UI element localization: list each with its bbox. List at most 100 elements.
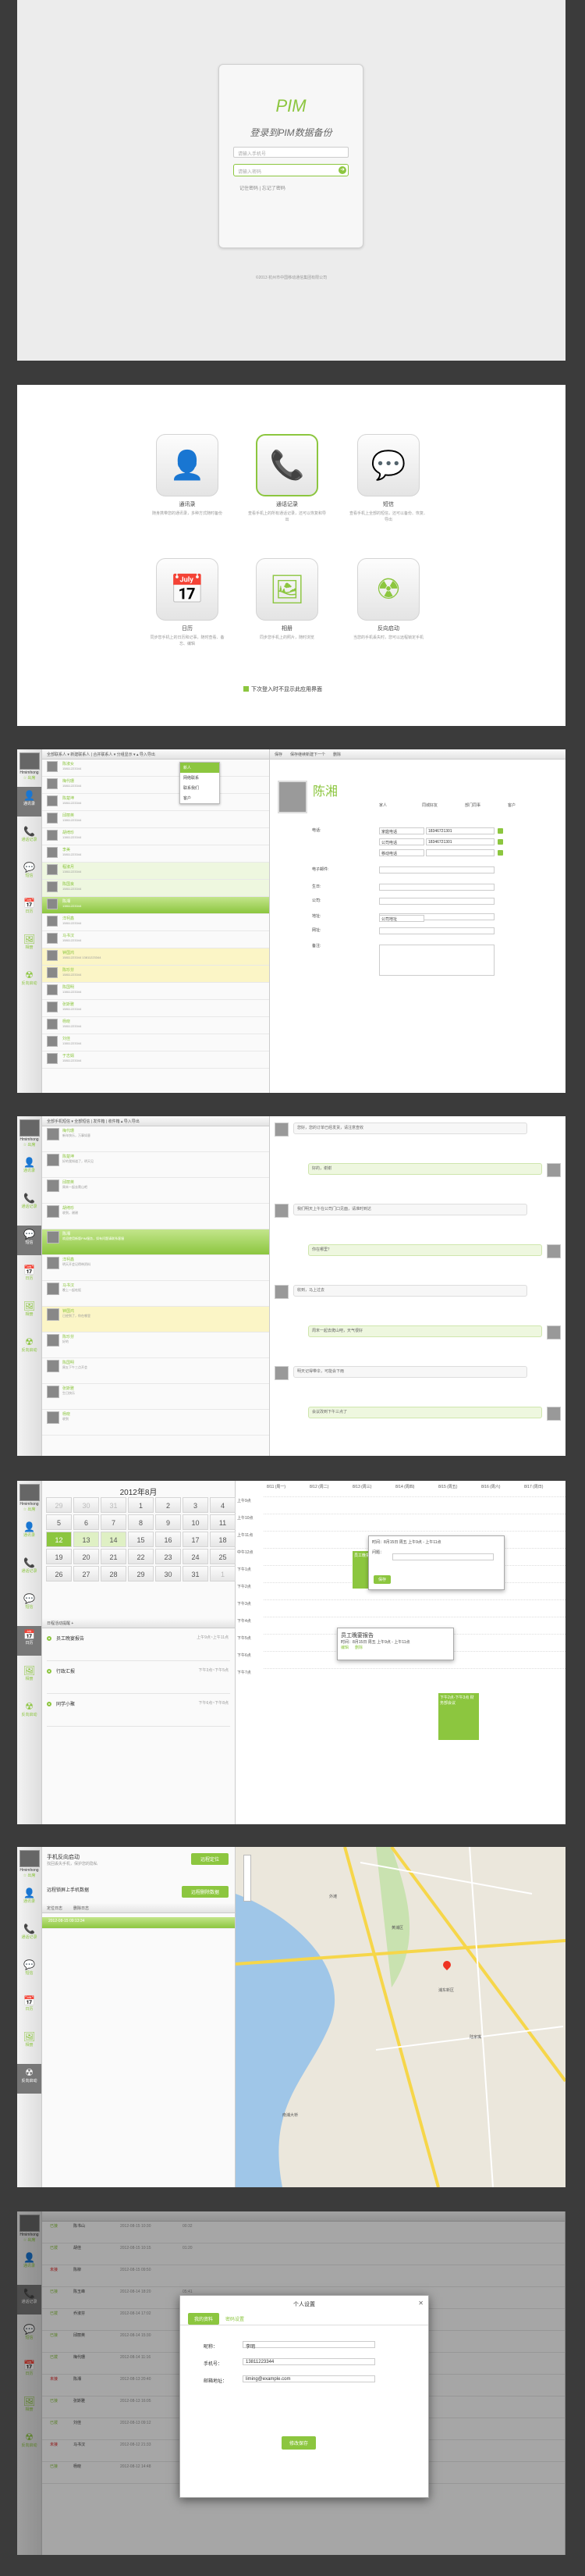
sms-row[interactable]: 梅代珊 新年快乐，万事如意 (42, 1126, 269, 1152)
login-arrow-icon[interactable]: ➜ (339, 166, 346, 174)
log-row[interactable]: 2012-08-15 09:13:34 (42, 1917, 235, 1929)
nav-item[interactable]: 🖼 相册 (17, 1662, 41, 1692)
sms-row[interactable]: 陈国明 周五下午三点开会 (42, 1358, 269, 1384)
contact-row[interactable]: 陈湘 13811223344 (42, 897, 269, 914)
popup-save-button[interactable]: 保存 (374, 1575, 392, 1584)
day-cell[interactable]: 1 (128, 1497, 154, 1513)
nav-item[interactable]: 📞 通话记录 (17, 1190, 41, 1219)
app-icon[interactable]: ☢ (357, 558, 420, 621)
day-cell[interactable]: 20 (73, 1549, 99, 1564)
day-cell[interactable]: 11 (210, 1514, 236, 1530)
nav-item[interactable]: 📞 通话记录 (17, 823, 41, 852)
app-icon[interactable]: 👤 (156, 434, 218, 496)
contact-row[interactable]: 张斯雅 15811223344 (42, 1000, 269, 1017)
phone-number-input[interactable]: 18346721301 (426, 827, 495, 834)
day-cell[interactable]: 31 (101, 1497, 126, 1513)
app-tile[interactable]: 🖼 相册 同步您手机上的照片，随时浏览 (256, 558, 318, 641)
day-cell[interactable]: 9 (155, 1514, 181, 1530)
day-cell[interactable]: 3 (183, 1497, 208, 1513)
nav-item[interactable]: ☢ 反向启动 (17, 1333, 41, 1363)
contact-row[interactable]: 于志娟 15811223344 (42, 1051, 269, 1069)
day-cell[interactable]: 23 (155, 1549, 181, 1564)
sms-row[interactable]: 陈珍芬 好的 (42, 1332, 269, 1358)
day-cell[interactable]: 5 (46, 1514, 72, 1530)
modal-tab[interactable]: 密码设置 (219, 2313, 250, 2325)
group-chip[interactable]: 家人 (379, 802, 387, 808)
sms-row[interactable]: 钟国鸿 已经到了，你在哪里 (42, 1307, 269, 1332)
contact-row[interactable]: 洋柯鑫 15811223344 (42, 914, 269, 931)
contact-row[interactable]: 陈国良 15811223344 (42, 880, 269, 897)
app-icon[interactable]: 📅 (156, 558, 218, 621)
nav-item[interactable]: ☢ 反向启动 (17, 1698, 41, 1727)
phone-number-input[interactable]: 18346721301 (426, 838, 495, 845)
contact-row[interactable]: 邱丽英 13811223344 (42, 811, 269, 828)
contact-row[interactable]: 李美 15811223344 (42, 845, 269, 863)
day-cell[interactable]: 16 (155, 1532, 181, 1547)
contacts-toolbar[interactable]: 全部联系人 ▾ 新建联系人 | 合并联系人 ▾ 分组显示 ▾ ▴ 导入导出 (42, 749, 269, 760)
sms-row[interactable]: 洋柯鑫 明天开会记得带资料 (42, 1255, 269, 1281)
day-cell[interactable]: 24 (183, 1549, 208, 1564)
nav-item[interactable]: 👤 通讯录 (17, 1154, 41, 1183)
contact-row[interactable]: 陈淑女 15811223344 (42, 760, 269, 777)
dont-show-checkbox[interactable]: 下次登入时不显示此应用界面 (243, 685, 322, 693)
nav-item[interactable]: 📅 日历 (17, 1261, 41, 1291)
day-cell[interactable]: 27 (73, 1566, 99, 1582)
nav-item[interactable]: ☢ 反向启动 (17, 966, 41, 996)
sms-row[interactable]: 马书汉 晚上一起吃饭 (42, 1281, 269, 1307)
day-cell[interactable]: 10 (183, 1514, 208, 1530)
day-cell[interactable]: 29 (128, 1566, 154, 1582)
nav-item[interactable]: 👤 通讯录 (17, 787, 41, 817)
remember-password[interactable]: 记住密码 | 忘记了密码 (239, 184, 363, 191)
contact-row[interactable]: 钟国鸿 15811223344 13811223344 (42, 948, 269, 966)
app-tile[interactable]: 👤 通讯录 随身携带您的通讯录，多种方式随时备份 (152, 434, 222, 517)
app-icon[interactable]: 🖼 (256, 558, 318, 621)
day-cell[interactable]: 1 (210, 1566, 236, 1582)
agenda-item[interactable]: 员工晚宴报告 上午9点~上午11点 (47, 1633, 230, 1661)
nav-item[interactable]: 📅 日历 (17, 1992, 41, 2022)
day-cell[interactable]: 13 (73, 1532, 99, 1547)
close-icon[interactable]: ✕ (418, 2300, 424, 2307)
group-chip[interactable]: 客户 (508, 802, 516, 808)
contact-row[interactable]: 陈国明 13811223344 (42, 983, 269, 1000)
nav-item[interactable]: 📅 日历 (17, 1626, 41, 1656)
nav-item[interactable]: 💬 短信 (17, 1956, 41, 1986)
day-cell[interactable]: 19 (46, 1549, 72, 1564)
nav-item[interactable]: 📞 通话记录 (17, 1920, 41, 1950)
nav-item[interactable]: 📅 日历 (17, 895, 41, 924)
contact-row[interactable]: 梅代珊 15811223344 (42, 777, 269, 794)
nav-item[interactable]: 🖼 相册 (17, 2028, 41, 2058)
agenda-item[interactable]: 行政汇报 下午3点~下午5点 (47, 1666, 230, 1694)
notes-input[interactable] (379, 945, 495, 976)
day-cell[interactable]: 8 (128, 1514, 154, 1530)
app-tile[interactable]: 📅 日历 同步您手机上的日历和记事，随时查看、备忘、编辑 (150, 558, 225, 647)
sms-row[interactable]: 杨晓 收到 (42, 1410, 269, 1436)
app-icon[interactable]: 💬 (357, 434, 420, 496)
save-profile-button[interactable]: 修改保存 (282, 2436, 316, 2450)
sms-row[interactable]: 胡绮珍 收到，谢谢 (42, 1204, 269, 1229)
sms-row[interactable]: 邱丽英 周末一起去爬山吧 (42, 1178, 269, 1204)
day-cell[interactable]: 6 (73, 1514, 99, 1530)
day-cell[interactable]: 2 (155, 1497, 181, 1513)
app-tile[interactable]: 📞 通话记录 查看手机上的所有通话记录，还可以恢复和导出 (248, 434, 326, 523)
detail-input[interactable] (379, 884, 495, 891)
day-cell[interactable]: 15 (128, 1532, 154, 1547)
password-input[interactable]: 请输入密码 ➜ (233, 164, 349, 176)
map-view[interactable]: 浦东新区 黄浦区 陆家嘴 外滩 南浦大桥 (236, 1847, 566, 2187)
checkbox-icon[interactable] (243, 686, 249, 692)
day-cell[interactable]: 25 (210, 1549, 236, 1564)
day-cell[interactable]: 29 (46, 1497, 72, 1513)
nav-item[interactable]: ☢ 反向启动 (17, 2064, 41, 2094)
sms-row[interactable]: 张斯雅 生日快乐 (42, 1384, 269, 1410)
contact-row[interactable]: 陈楚坤 15811223344 (42, 794, 269, 811)
group-chip[interactable]: 部门同事 (465, 802, 480, 808)
add-field-icon[interactable] (498, 839, 503, 845)
nav-item[interactable]: 👤 通讯录 (17, 1884, 41, 1914)
nav-item[interactable]: 💬 短信 (17, 1590, 41, 1620)
detail-action[interactable]: 保存继续新建下一个 (290, 753, 325, 757)
add-field-icon[interactable] (498, 828, 503, 834)
day-cell[interactable]: 22 (128, 1549, 154, 1564)
app-icon[interactable]: 📞 (256, 434, 318, 496)
log-tab[interactable]: 删除日志 (73, 1906, 89, 1911)
day-cell[interactable]: 28 (101, 1566, 126, 1582)
phone-number-input[interactable] (426, 849, 495, 856)
